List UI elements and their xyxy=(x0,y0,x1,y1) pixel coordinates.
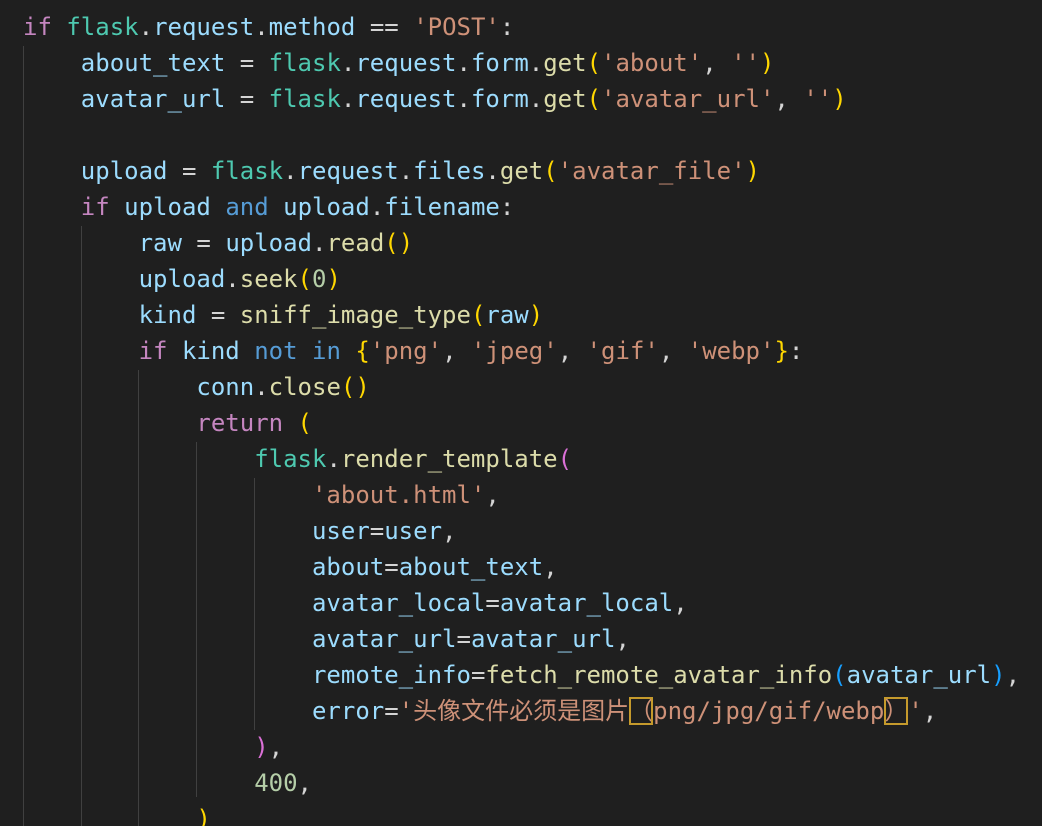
token: upload xyxy=(283,193,370,221)
code-line-12[interactable]: return ( xyxy=(23,405,312,441)
token: avatar_url xyxy=(311,625,457,653)
code-line-16[interactable]: about=about_text, xyxy=(23,549,558,585)
token: kind xyxy=(181,337,240,365)
token: get xyxy=(543,85,587,113)
token: method xyxy=(268,13,356,41)
token: 'gif' xyxy=(586,337,659,365)
token: flask xyxy=(268,49,341,77)
token: request xyxy=(297,157,399,185)
token: avatar_local xyxy=(311,589,486,617)
token: conn xyxy=(196,373,255,401)
code-line-2[interactable]: about_text = flask.request.form.get('abo… xyxy=(23,45,775,81)
code-line-21[interactable]: ), xyxy=(23,729,283,765)
token: upload xyxy=(138,265,226,293)
token: error xyxy=(311,697,385,725)
token: 400 xyxy=(254,769,298,797)
token: user xyxy=(384,517,443,545)
token: avatar_url xyxy=(846,661,992,689)
token: get xyxy=(543,49,587,77)
code-line-7[interactable]: raw = upload.read() xyxy=(23,225,414,261)
token: user xyxy=(311,517,370,545)
token: form xyxy=(470,49,529,77)
token: png/jpg/gif/webp xyxy=(653,697,885,725)
code-line-14[interactable]: 'about.html', xyxy=(23,477,500,513)
token: close xyxy=(268,373,341,401)
token: remote_info xyxy=(311,661,471,689)
token: '头像文件必须是图片 xyxy=(398,697,630,725)
token: upload xyxy=(225,229,313,257)
token: if xyxy=(80,193,110,221)
token: request xyxy=(355,49,457,77)
token: form xyxy=(470,85,529,113)
token: about_text xyxy=(398,553,544,581)
token: 'about' xyxy=(601,49,703,77)
token: request xyxy=(153,13,255,41)
token: 'about.html' xyxy=(311,481,486,509)
code-line-6[interactable]: if upload and upload.filename: xyxy=(23,189,515,225)
token: 'webp' xyxy=(687,337,775,365)
token: if xyxy=(138,337,168,365)
token: flask xyxy=(254,445,327,473)
code-line-3[interactable]: avatar_url = flask.request.form.get('ava… xyxy=(23,81,847,117)
token: read xyxy=(326,229,385,257)
token: 0 xyxy=(312,265,327,293)
code-line-20[interactable]: error='头像文件必须是图片（png/jpg/gif/webp）', xyxy=(23,693,937,729)
token: 'png' xyxy=(369,337,443,365)
token: kind xyxy=(138,301,197,329)
code-line-1[interactable]: if flask.request.method == 'POST': xyxy=(23,9,514,45)
token: fetch_remote_avatar_info xyxy=(485,661,833,689)
token: about xyxy=(311,553,385,581)
token: flask xyxy=(66,13,139,41)
token: 'POST' xyxy=(413,13,500,41)
token: 'avatar_url' xyxy=(601,85,775,113)
unicode-highlight-box: （ xyxy=(629,697,654,725)
code-line-5[interactable]: upload = flask.request.files.get('avatar… xyxy=(23,153,760,189)
token: not xyxy=(254,337,298,365)
token: flask xyxy=(268,85,341,113)
token: sniff_image_type xyxy=(239,301,471,329)
token: in xyxy=(312,337,341,365)
token: filename xyxy=(384,193,500,221)
code-line-9[interactable]: kind = sniff_image_type(raw) xyxy=(23,297,544,333)
code-line-19[interactable]: remote_info=fetch_remote_avatar_info(ava… xyxy=(23,657,1020,693)
token: get xyxy=(499,157,544,185)
token: avatar_url xyxy=(80,85,226,113)
token: files xyxy=(413,157,486,185)
token: if xyxy=(23,13,52,41)
code-line-17[interactable]: avatar_local=avatar_local, xyxy=(23,585,688,621)
token: flask xyxy=(210,157,284,185)
code-line-22[interactable]: 400, xyxy=(23,765,312,801)
token: seek xyxy=(239,265,298,293)
code-line-8[interactable]: upload.seek(0) xyxy=(23,261,341,297)
token: avatar_url xyxy=(470,625,616,653)
code-line-13[interactable]: flask.render_template( xyxy=(23,441,572,477)
code-line-23[interactable]: ) xyxy=(23,801,210,826)
token: and xyxy=(225,193,269,221)
token: '' xyxy=(803,85,833,113)
token: upload xyxy=(124,193,211,221)
code-line-11[interactable]: conn.close() xyxy=(23,369,369,405)
code-line-15[interactable]: user=user, xyxy=(23,513,457,549)
token: raw xyxy=(485,301,529,329)
token: 'jpeg' xyxy=(470,337,558,365)
token: raw xyxy=(138,229,182,257)
token: request xyxy=(355,85,457,113)
token: render_template xyxy=(340,445,558,473)
token: '' xyxy=(731,49,760,77)
token: avatar_local xyxy=(499,589,674,617)
code-editor[interactable]: if flask.request.method == 'POST': about… xyxy=(0,0,1042,826)
token: ' xyxy=(908,697,923,725)
token: return xyxy=(196,409,284,437)
unicode-highlight-box: ） xyxy=(884,697,909,725)
token: about_text xyxy=(80,49,226,77)
code-line-18[interactable]: avatar_url=avatar_url, xyxy=(23,621,630,657)
token: upload xyxy=(80,157,168,185)
code-line-10[interactable]: if kind not in {'png', 'jpeg', 'gif', 'w… xyxy=(23,333,804,369)
token: 'avatar_file' xyxy=(557,157,746,185)
